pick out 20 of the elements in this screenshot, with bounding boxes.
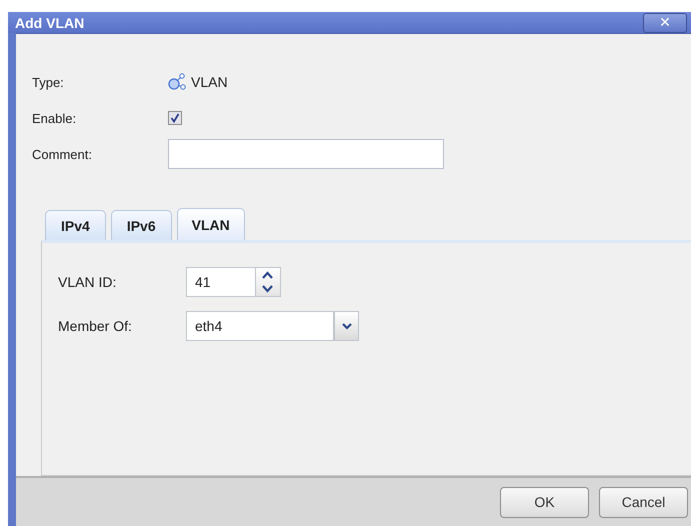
comment-field[interactable] [168, 139, 444, 169]
field-label: Member Of: [58, 318, 133, 334]
field-label: VLAN ID: [58, 274, 118, 290]
enable-checkbox[interactable] [168, 111, 182, 125]
field-label: Type: [32, 74, 65, 90]
field-label: Enable: [32, 110, 78, 126]
dialog-button[interactable]: Cancel [599, 486, 688, 518]
tab[interactable]: VLAN [176, 208, 245, 240]
tab[interactable]: IPv6 [110, 210, 172, 240]
caret-icon [340, 322, 352, 330]
dialog-button[interactable]: OK [500, 486, 589, 518]
field-label: Comment: [32, 146, 93, 162]
tab[interactable]: IPv4 [45, 210, 106, 240]
network-icon [168, 73, 187, 91]
window-title: Add VLAN [15, 14, 84, 30]
spinner-arrows-icon[interactable] [256, 267, 281, 297]
vlan-id-field[interactable]: 41 [186, 267, 256, 297]
type-value: VLAN [191, 74, 228, 90]
dropdown-button[interactable] [334, 311, 359, 341]
member-of-field[interactable]: eth4 [186, 311, 334, 341]
